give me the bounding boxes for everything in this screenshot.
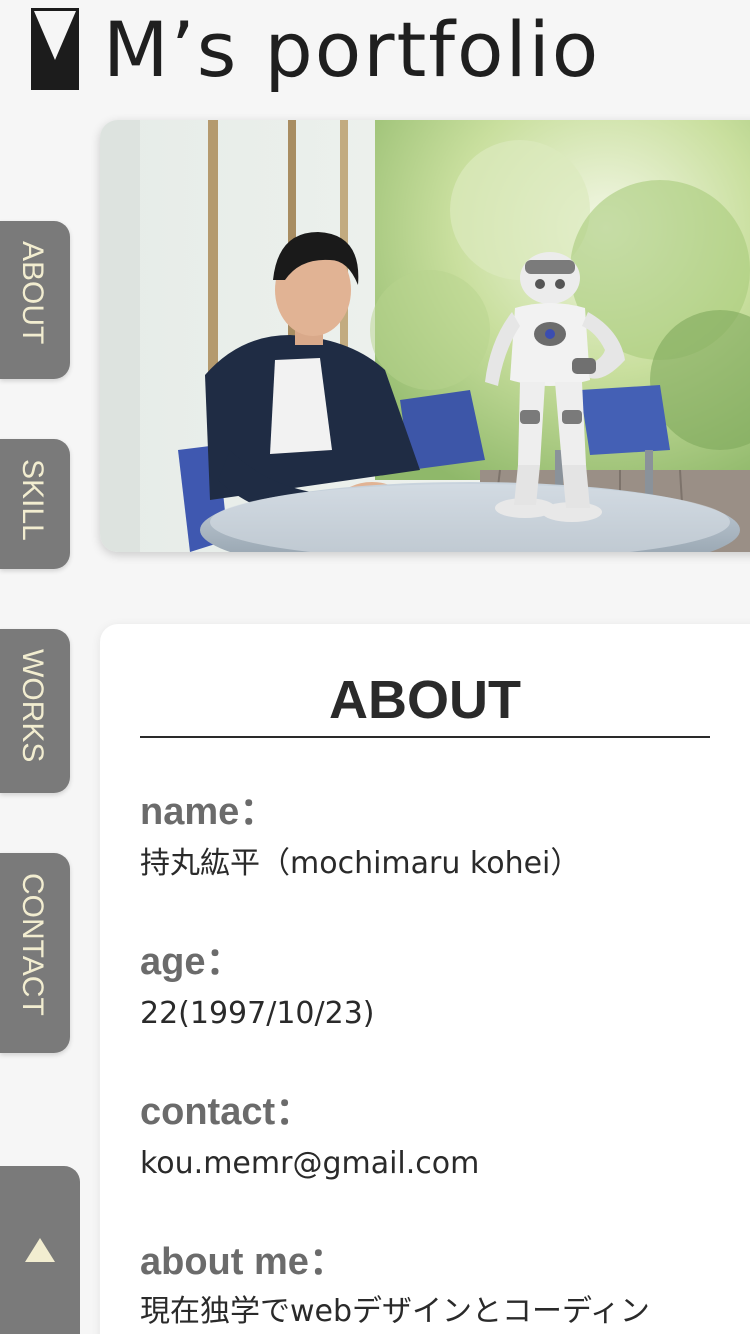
about-heading: ABOUT [329,670,521,730]
age-value: 22(1997/10/23) [140,996,375,1031]
nav-tab-works[interactable]: WORKS [0,629,70,793]
up-arrow-icon [25,1238,55,1262]
nav-tab-contact[interactable]: CONTACT [0,853,70,1053]
nav-tab-about[interactable]: ABOUT [0,221,70,379]
about-me-label: about me： [140,1241,347,1283]
name-label: name： [140,791,278,833]
site-title[interactable]: M’s portfolio [103,0,600,100]
nav-tab-skill[interactable]: SKILL [0,439,70,569]
nav-tab-label: CONTACT [16,873,49,1016]
page: M’s portfolio ABOUT SKILL WORKS CONTACT [0,0,750,1334]
contact-label: contact： [140,1091,314,1133]
contact-email[interactable]: kou.memr@gmail.com [140,1144,479,1184]
nav-tab-label: WORKS [16,649,49,763]
age-label: age： [140,941,244,983]
nav-tab-label: SKILL [16,459,49,541]
about-me-text: 現在独学でwebデザインとコーディン [140,1294,650,1329]
about-section: ABOUT name： 持丸紘平（mochimaru kohei） age： 2… [100,624,750,1334]
heading-divider [140,736,710,738]
nav-tab-label: ABOUT [16,241,49,345]
back-to-top-button[interactable] [0,1166,80,1334]
header: M’s portfolio [0,0,750,110]
name-value: 持丸紘平（mochimaru kohei） [140,846,581,881]
hero-image [100,120,750,552]
m-logo-icon[interactable] [31,8,79,90]
